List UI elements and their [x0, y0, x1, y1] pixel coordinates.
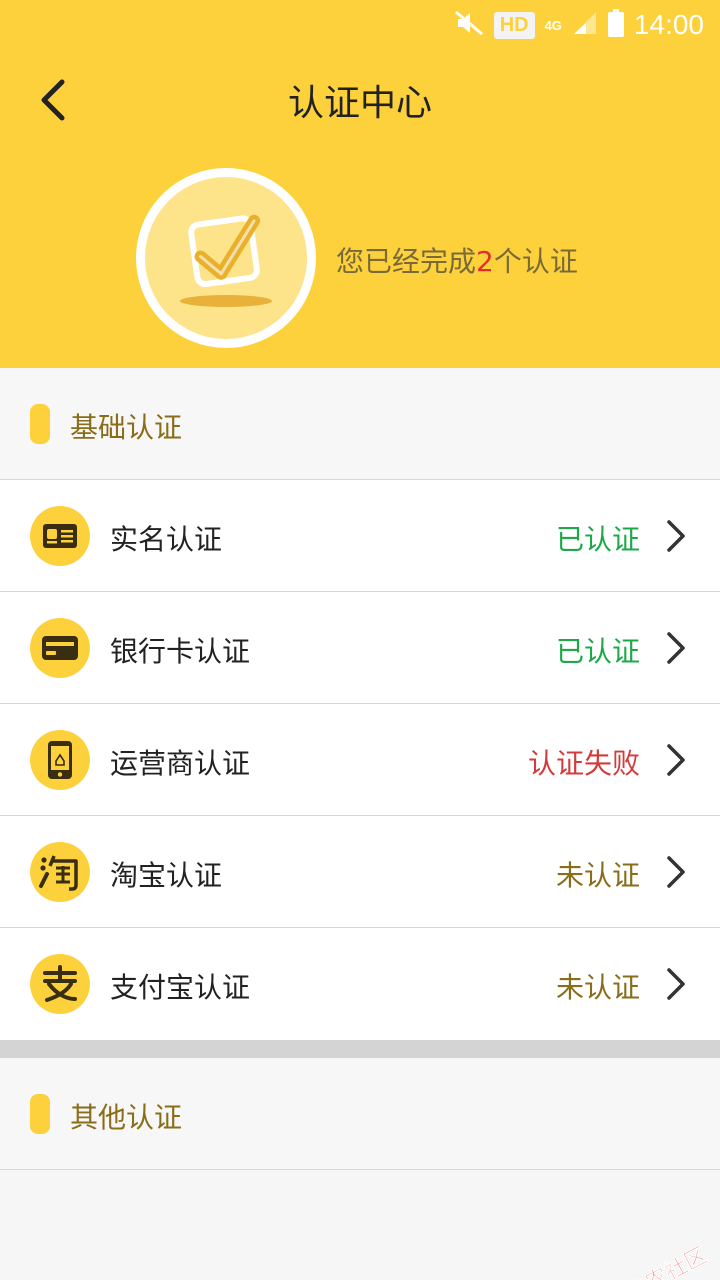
- row-real-name[interactable]: 实名认证 已认证: [0, 480, 720, 592]
- section-title-basic: 基础认证: [70, 411, 183, 444]
- row-label: 运营商认证: [110, 747, 251, 780]
- battery-icon: [607, 9, 624, 41]
- phone-icon: [30, 730, 90, 790]
- chevron-right-icon: [667, 520, 685, 552]
- checkmark-icon: [180, 214, 272, 307]
- mute-icon: [454, 10, 484, 40]
- row-alipay[interactable]: 支付宝认证 未认证: [0, 928, 720, 1040]
- id-card-icon: [30, 506, 90, 566]
- status-icons: HD 4G 14:00: [454, 6, 704, 44]
- verification-list: 实名认证 已认证 银行卡认证 已认证 运营商认证 认证失败 淘宝认证 未认证 支…: [0, 480, 720, 1040]
- chevron-right-icon: [667, 744, 685, 776]
- row-carrier[interactable]: 运营商认证 认证失败: [0, 704, 720, 816]
- section-marker: [30, 1094, 50, 1134]
- bank-card-icon: [30, 618, 90, 678]
- row-label: 支付宝认证: [110, 971, 251, 1004]
- section-other: 其他认证: [0, 1058, 720, 1170]
- verified-badge: [136, 168, 316, 348]
- section-basic: 基础认证: [0, 368, 720, 480]
- header-banner: HD 4G 14:00 认证中心 您已经完成2个认证: [0, 0, 720, 368]
- summary-prefix: 您已经完成: [336, 245, 477, 278]
- network-type: 4G: [544, 17, 562, 33]
- row-bank-card[interactable]: 银行卡认证 已认证: [0, 592, 720, 704]
- alipay-icon: [30, 954, 90, 1014]
- status-badge: 未认证: [555, 971, 640, 1004]
- status-badge: 已认证: [555, 635, 640, 668]
- row-label: 实名认证: [110, 523, 223, 556]
- signal-icon: [572, 10, 598, 40]
- page-title: 认证中心: [287, 83, 432, 124]
- summary-suffix: 个认证: [493, 245, 578, 278]
- status-badge: 认证失败: [527, 747, 640, 780]
- section-divider: [0, 1040, 720, 1058]
- row-label: 淘宝认证: [110, 859, 223, 892]
- clock: 14:00: [633, 9, 704, 40]
- row-taobao[interactable]: 淘宝认证 未认证: [0, 816, 720, 928]
- chevron-right-icon: [667, 856, 685, 888]
- section-marker: [30, 404, 50, 444]
- row-label: 银行卡认证: [110, 635, 251, 668]
- taobao-icon: [30, 842, 90, 902]
- section-title-other: 其他认证: [70, 1101, 183, 1134]
- watermark: 卡农社区: [593, 1238, 712, 1280]
- status-badge: 未认证: [555, 859, 640, 892]
- status-badge: 已认证: [555, 523, 640, 556]
- chevron-right-icon: [667, 632, 685, 664]
- completion-summary: 您已经完成2个认证: [336, 240, 578, 280]
- status-bar: HD 4G 14:00: [0, 0, 720, 50]
- summary-count: 2: [476, 245, 494, 278]
- hd-badge: HD: [493, 11, 535, 39]
- watermark-text: 卡农社区: [622, 1243, 712, 1280]
- chevron-right-icon: [667, 968, 685, 1000]
